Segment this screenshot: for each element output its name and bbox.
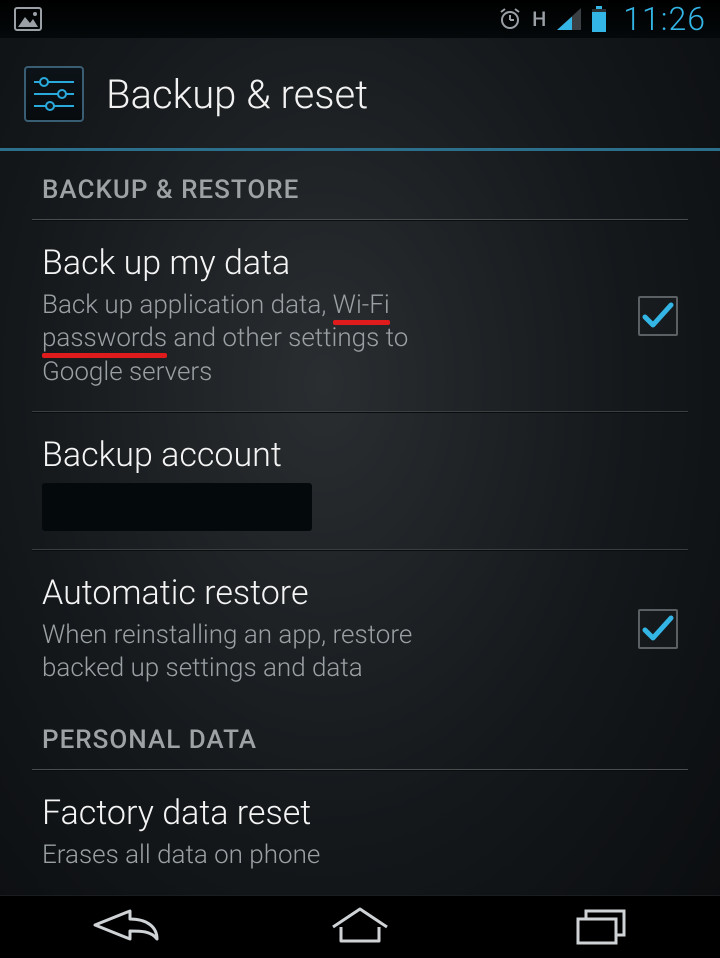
backup-account-value-redacted xyxy=(42,483,312,531)
section-backup-restore: BACKUP & RESTORE xyxy=(0,151,720,219)
home-icon xyxy=(325,905,395,949)
status-bar[interactable]: H 11:26 xyxy=(0,0,720,38)
item-backup-my-data[interactable]: Back up my data Back up application data… xyxy=(0,221,720,411)
item-factory-data-reset[interactable]: Factory data reset Erases all data on ph… xyxy=(0,771,720,894)
page-title: Backup & reset xyxy=(106,71,368,118)
nav-recents-button[interactable] xyxy=(480,896,720,958)
item-subtitle: Back up application data, Wi-Fi password… xyxy=(42,289,472,389)
checkbox-backup-my-data[interactable] xyxy=(638,296,678,336)
section-personal-data: PERSONAL DATA xyxy=(0,707,720,769)
navigation-bar xyxy=(0,895,720,958)
back-icon xyxy=(75,905,165,949)
item-subtitle: Erases all data on phone xyxy=(42,839,678,872)
page-header: Backup & reset xyxy=(0,38,720,151)
item-subtitle: When reinstalling an app, restore backed… xyxy=(42,619,472,686)
annotation-wifi: Wi-Fi xyxy=(333,290,390,320)
item-title: Back up my data xyxy=(42,243,618,283)
annotation-passwords: passwords xyxy=(42,323,167,353)
battery-icon xyxy=(591,6,607,32)
picture-icon xyxy=(14,7,42,31)
nav-home-button[interactable] xyxy=(240,896,480,958)
recents-icon xyxy=(570,905,630,949)
status-clock: 11:26 xyxy=(623,0,706,38)
signal-icon xyxy=(557,8,581,30)
item-automatic-restore[interactable]: Automatic restore When reinstalling an a… xyxy=(0,551,720,708)
checkbox-automatic-restore[interactable] xyxy=(638,609,678,649)
alarm-icon xyxy=(498,7,522,31)
item-backup-account[interactable]: Backup account xyxy=(0,413,720,549)
item-title: Automatic restore xyxy=(42,573,618,613)
sliders-icon xyxy=(24,66,84,122)
item-title: Factory data reset xyxy=(42,793,678,833)
item-title: Backup account xyxy=(42,435,678,475)
nav-back-button[interactable] xyxy=(0,896,240,958)
network-type-label: H xyxy=(532,7,547,31)
